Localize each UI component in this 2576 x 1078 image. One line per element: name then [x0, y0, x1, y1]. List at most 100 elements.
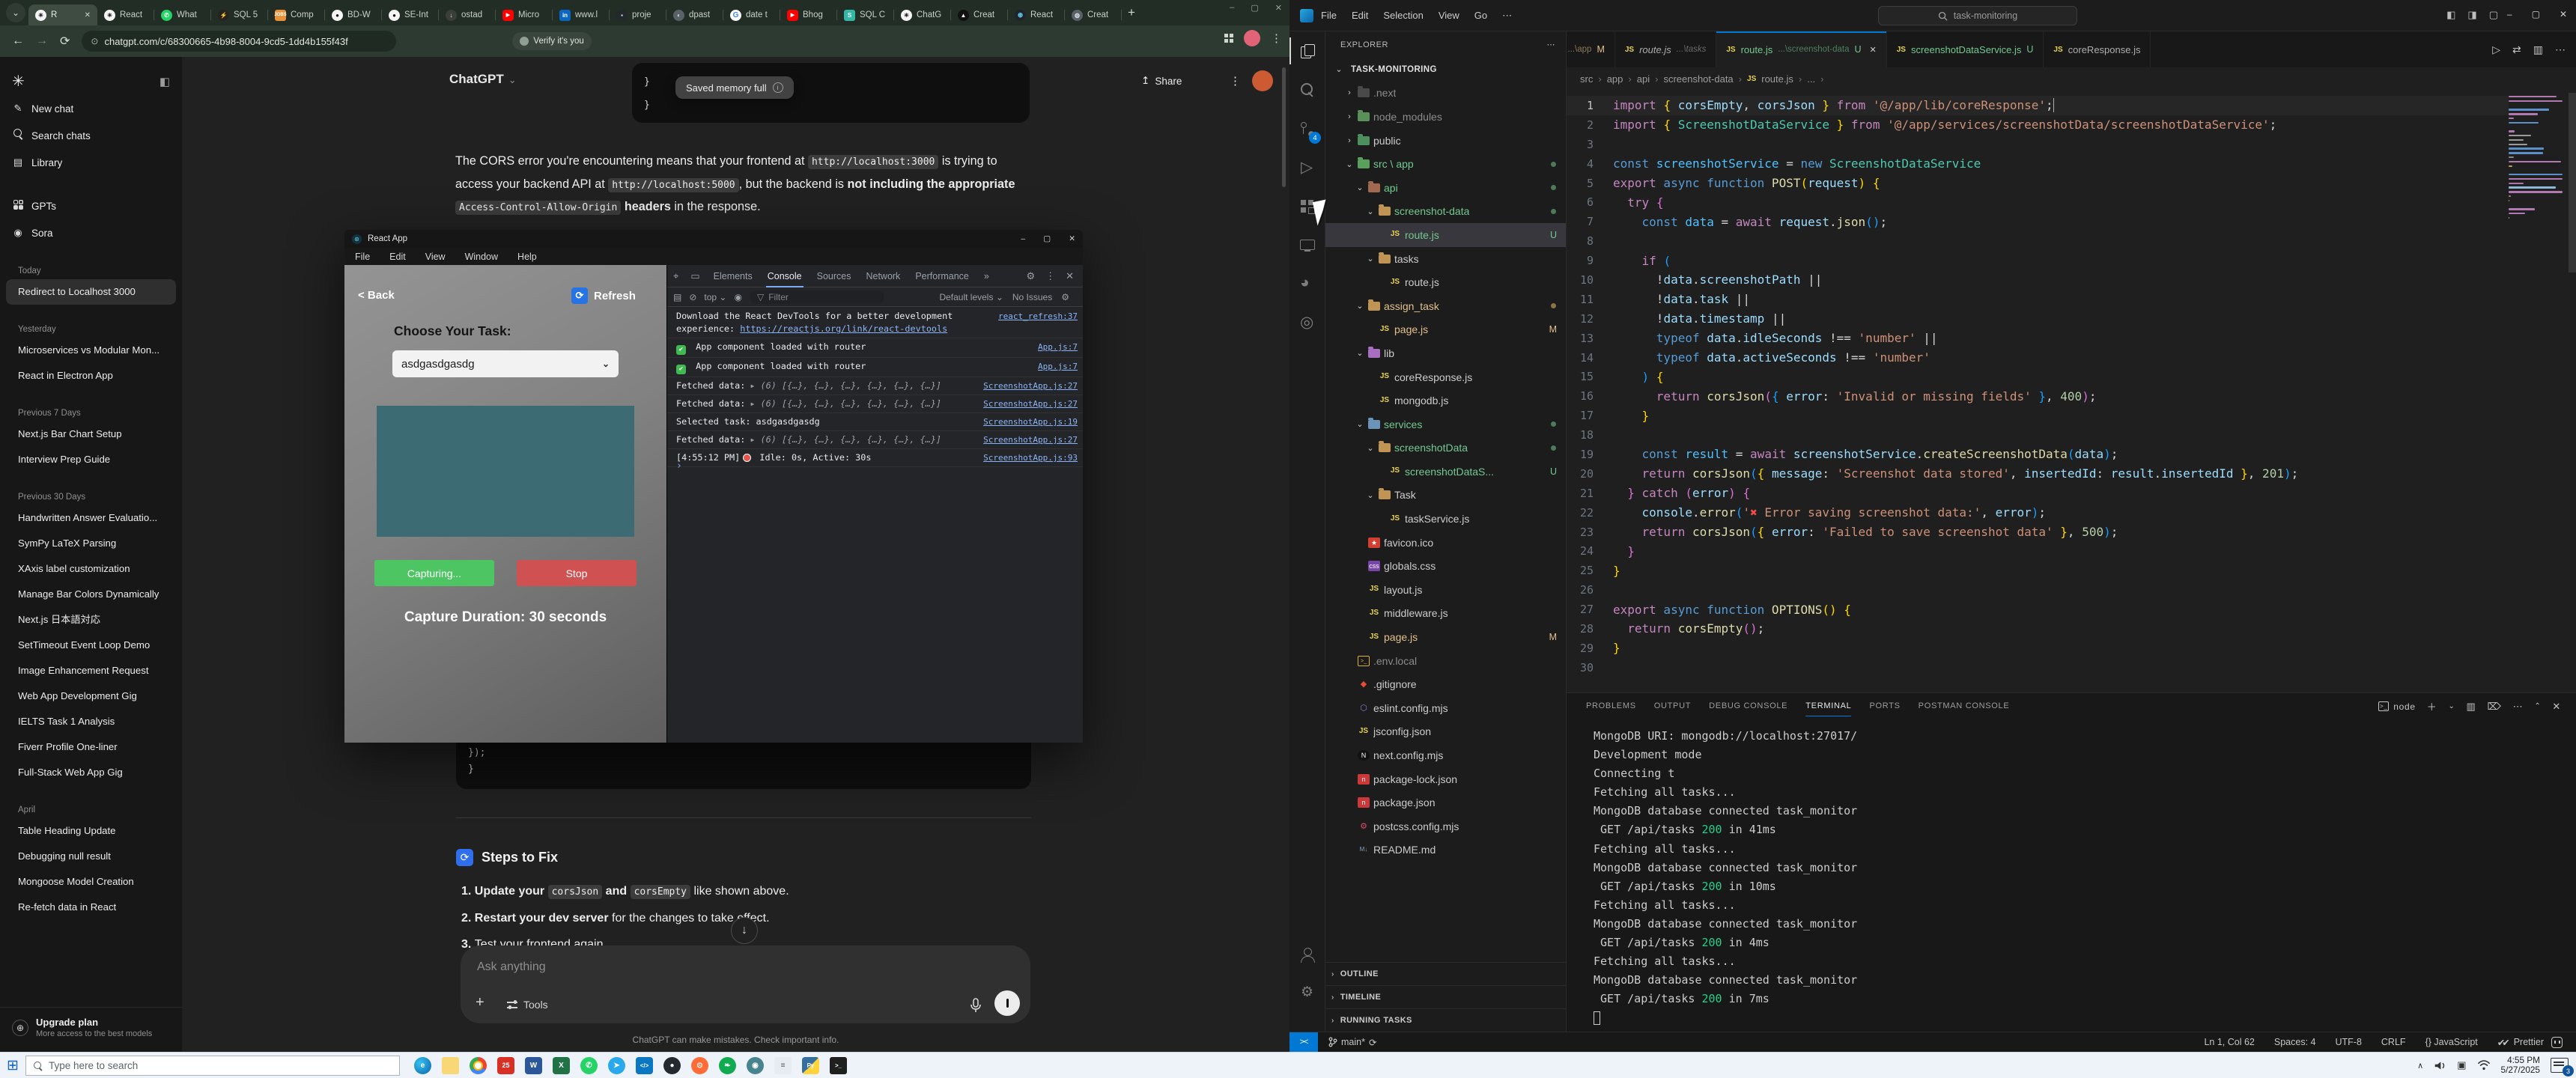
- page-scrollbar[interactable]: [1282, 67, 1286, 187]
- taskbar-app-icon[interactable]: ≡: [769, 1053, 797, 1078]
- split-terminal-icon[interactable]: ▥: [2467, 701, 2476, 713]
- tree-item[interactable]: JS coreResponse.js: [1325, 365, 1566, 389]
- source-link[interactable]: App.js:7: [1038, 360, 1078, 373]
- wifi-icon[interactable]: [2477, 1060, 2491, 1071]
- activity-bar-item[interactable]: [1289, 148, 1325, 187]
- chat-history-item[interactable]: Handwritten Answer Evaluatio...: [6, 505, 176, 531]
- tree-item[interactable]: JS jsconfig.json: [1325, 720, 1566, 744]
- activity-bar-item[interactable]: 4: [1289, 109, 1325, 148]
- scroll-to-bottom-button[interactable]: ↓: [731, 917, 758, 944]
- tray-expand-icon[interactable]: ∧: [2417, 1061, 2423, 1071]
- tree-item[interactable]: M↓ README.md: [1325, 838, 1566, 862]
- devtools-close-icon[interactable]: ✕: [1066, 270, 1074, 282]
- toggle-panel-icon[interactable]: ◧: [2446, 9, 2455, 21]
- editor-tab[interactable]: JS route.js ...\screenshot-data U ✕: [1716, 31, 1886, 67]
- voice-mode-button[interactable]: [994, 990, 1020, 1016]
- new-tab-button[interactable]: +: [1128, 5, 1135, 20]
- branch-status[interactable]: main* ⟳: [1328, 1037, 1376, 1048]
- browser-window-controls[interactable]: –▢✕: [1230, 3, 1282, 13]
- chat-history-item[interactable]: XAxis label customization: [6, 556, 176, 582]
- tab-close-icon[interactable]: ✕: [85, 11, 91, 19]
- eye-icon[interactable]: ◉: [734, 292, 741, 302]
- customize-layout-icon[interactable]: ▢: [2489, 9, 2498, 21]
- breadcrumb-item[interactable]: src ›: [1580, 73, 1602, 85]
- task-select[interactable]: asdgasdgasdg⌄: [392, 350, 619, 377]
- browser-tab[interactable]: G date t: [723, 4, 780, 25]
- tree-item[interactable]: n package-lock.json: [1325, 767, 1566, 791]
- tree-item[interactable]: JS route.js: [1325, 270, 1566, 294]
- devtools-tab[interactable]: Elements: [706, 265, 760, 287]
- status-bar-item[interactable]: Ln 1, Col 62: [2204, 1037, 2254, 1047]
- status-bar-item[interactable]: UTF-8: [2335, 1037, 2361, 1047]
- chat-history-item[interactable]: Redirect to Localhost 3000: [6, 279, 176, 305]
- memory-full-toast[interactable]: Saved memory fulli: [675, 76, 794, 99]
- new-terminal-icon[interactable]: ＋: [2427, 699, 2437, 713]
- chat-history-item[interactable]: Fiverr Profile One-liner: [6, 734, 176, 760]
- menu-item[interactable]: Window: [465, 252, 498, 262]
- chat-history-item[interactable]: SymPy LaTeX Parsing: [6, 531, 176, 556]
- back-icon[interactable]: ←: [12, 34, 24, 48]
- tree-item[interactable]: JS mongodb.js: [1325, 389, 1566, 412]
- menu-item[interactable]: Help: [517, 252, 537, 262]
- remote-indicator[interactable]: ><: [1289, 1032, 1318, 1053]
- devtools-menu-icon[interactable]: ⋮: [1045, 270, 1055, 282]
- console-log-row[interactable]: App.js:7 ✔ App component loaded with rou…: [667, 338, 1083, 358]
- devtools-tab[interactable]: Network: [858, 265, 908, 287]
- site-info-icon[interactable]: ⊙: [91, 36, 98, 46]
- tree-item[interactable]: n package.json: [1325, 791, 1566, 814]
- chat-history-item[interactable]: IELTS Task 1 Analysis: [6, 709, 176, 734]
- reload-icon[interactable]: ⟳: [60, 34, 70, 49]
- taskbar-app-icon[interactable]: e: [409, 1053, 437, 1078]
- tree-item[interactable]: JS screenshotDataS... U: [1325, 460, 1566, 484]
- browser-tab[interactable]: ↓ ostad: [439, 4, 496, 25]
- console-prompt[interactable]: ›: [667, 457, 1083, 475]
- breadcrumb-item[interactable]: JS route.js ›: [1747, 73, 1802, 85]
- sidebar-nav-item[interactable]: New chat: [0, 95, 182, 122]
- activity-bar-item[interactable]: [1289, 265, 1325, 304]
- taskbar-app-icon[interactable]: ●: [658, 1053, 686, 1078]
- status-bar-item[interactable]: Spaces: 4: [2274, 1037, 2316, 1047]
- accounts-icon[interactable]: [1289, 936, 1325, 975]
- browser-tab[interactable]: in www.l: [553, 4, 610, 25]
- taskbar-app-icon[interactable]: ➤: [603, 1053, 631, 1078]
- source-link[interactable]: ScreenshotApp.js:27: [983, 433, 1078, 446]
- chat-history-item[interactable]: SetTimeout Event Loop Demo: [6, 633, 176, 658]
- editor-tab[interactable]: JS screenshotDataService.js U: [1887, 31, 2044, 67]
- sidebar-section[interactable]: ›RUNNING TASKS: [1325, 1008, 1566, 1032]
- taskbar-search[interactable]: Type here to search: [25, 1056, 400, 1076]
- share-button[interactable]: ↥Share: [1141, 75, 1182, 87]
- menu-item[interactable]: File: [355, 252, 370, 262]
- source-link[interactable]: react_refresh:37: [998, 310, 1078, 323]
- attach-icon[interactable]: +: [476, 994, 484, 1011]
- panel-tab[interactable]: POSTMAN CONSOLE: [1910, 693, 2019, 719]
- chat-history-item[interactable]: Full-Stack Web App Gig: [6, 760, 176, 785]
- taskbar-app-icon[interactable]: X: [547, 1053, 575, 1078]
- tree-item[interactable]: ⌄ services: [1325, 412, 1566, 436]
- chat-composer[interactable]: Ask anything + Tools: [461, 945, 1030, 1023]
- tree-item[interactable]: › node_modules: [1325, 105, 1566, 129]
- app-window-controls[interactable]: –▢✕: [1021, 234, 1075, 243]
- tree-item[interactable]: ⬡ eslint.config.mjs: [1325, 696, 1566, 720]
- tree-item[interactable]: › .next: [1325, 82, 1566, 106]
- terminal-output[interactable]: MongoDB URI: mongodb://localhost:27017/D…: [1594, 727, 1857, 1028]
- tree-item[interactable]: ⌄ Task: [1325, 484, 1566, 508]
- panel-tab[interactable]: OUTPUT: [1645, 693, 1700, 719]
- chat-history-item[interactable]: Next.js 日本語対応: [6, 607, 176, 633]
- teams-icon[interactable]: ▣: [2457, 1059, 2466, 1071]
- status-bar-item[interactable]: CRLF: [2381, 1037, 2406, 1047]
- split-editor-icon[interactable]: ▥: [2533, 43, 2543, 56]
- console-log-row[interactable]: ScreenshotApp.js:27 Fetched data:▸ (6) […: [667, 395, 1083, 413]
- terminal-instance[interactable]: >_node: [2378, 701, 2416, 712]
- window-control-icon[interactable]: –: [1021, 234, 1025, 243]
- menu-item[interactable]: Selection: [1383, 10, 1423, 21]
- start-button[interactable]: ⊞: [0, 1057, 25, 1074]
- taskbar-app-icon[interactable]: Py: [797, 1053, 824, 1078]
- menu-item[interactable]: Go: [1474, 10, 1487, 21]
- tree-item[interactable]: JS taskService.js: [1325, 507, 1566, 531]
- taskbar-app-icon[interactable]: ⊙: [686, 1053, 714, 1078]
- status-bar-item[interactable]: {} JavaScript: [2425, 1037, 2478, 1047]
- issues-counter[interactable]: No Issues: [1012, 292, 1052, 302]
- taskbar-app-icon[interactable]: [464, 1053, 492, 1078]
- editor-scrollbar[interactable]: [2569, 93, 2576, 272]
- editor-tab[interactable]: JS coreResponse.js: [2044, 31, 2151, 67]
